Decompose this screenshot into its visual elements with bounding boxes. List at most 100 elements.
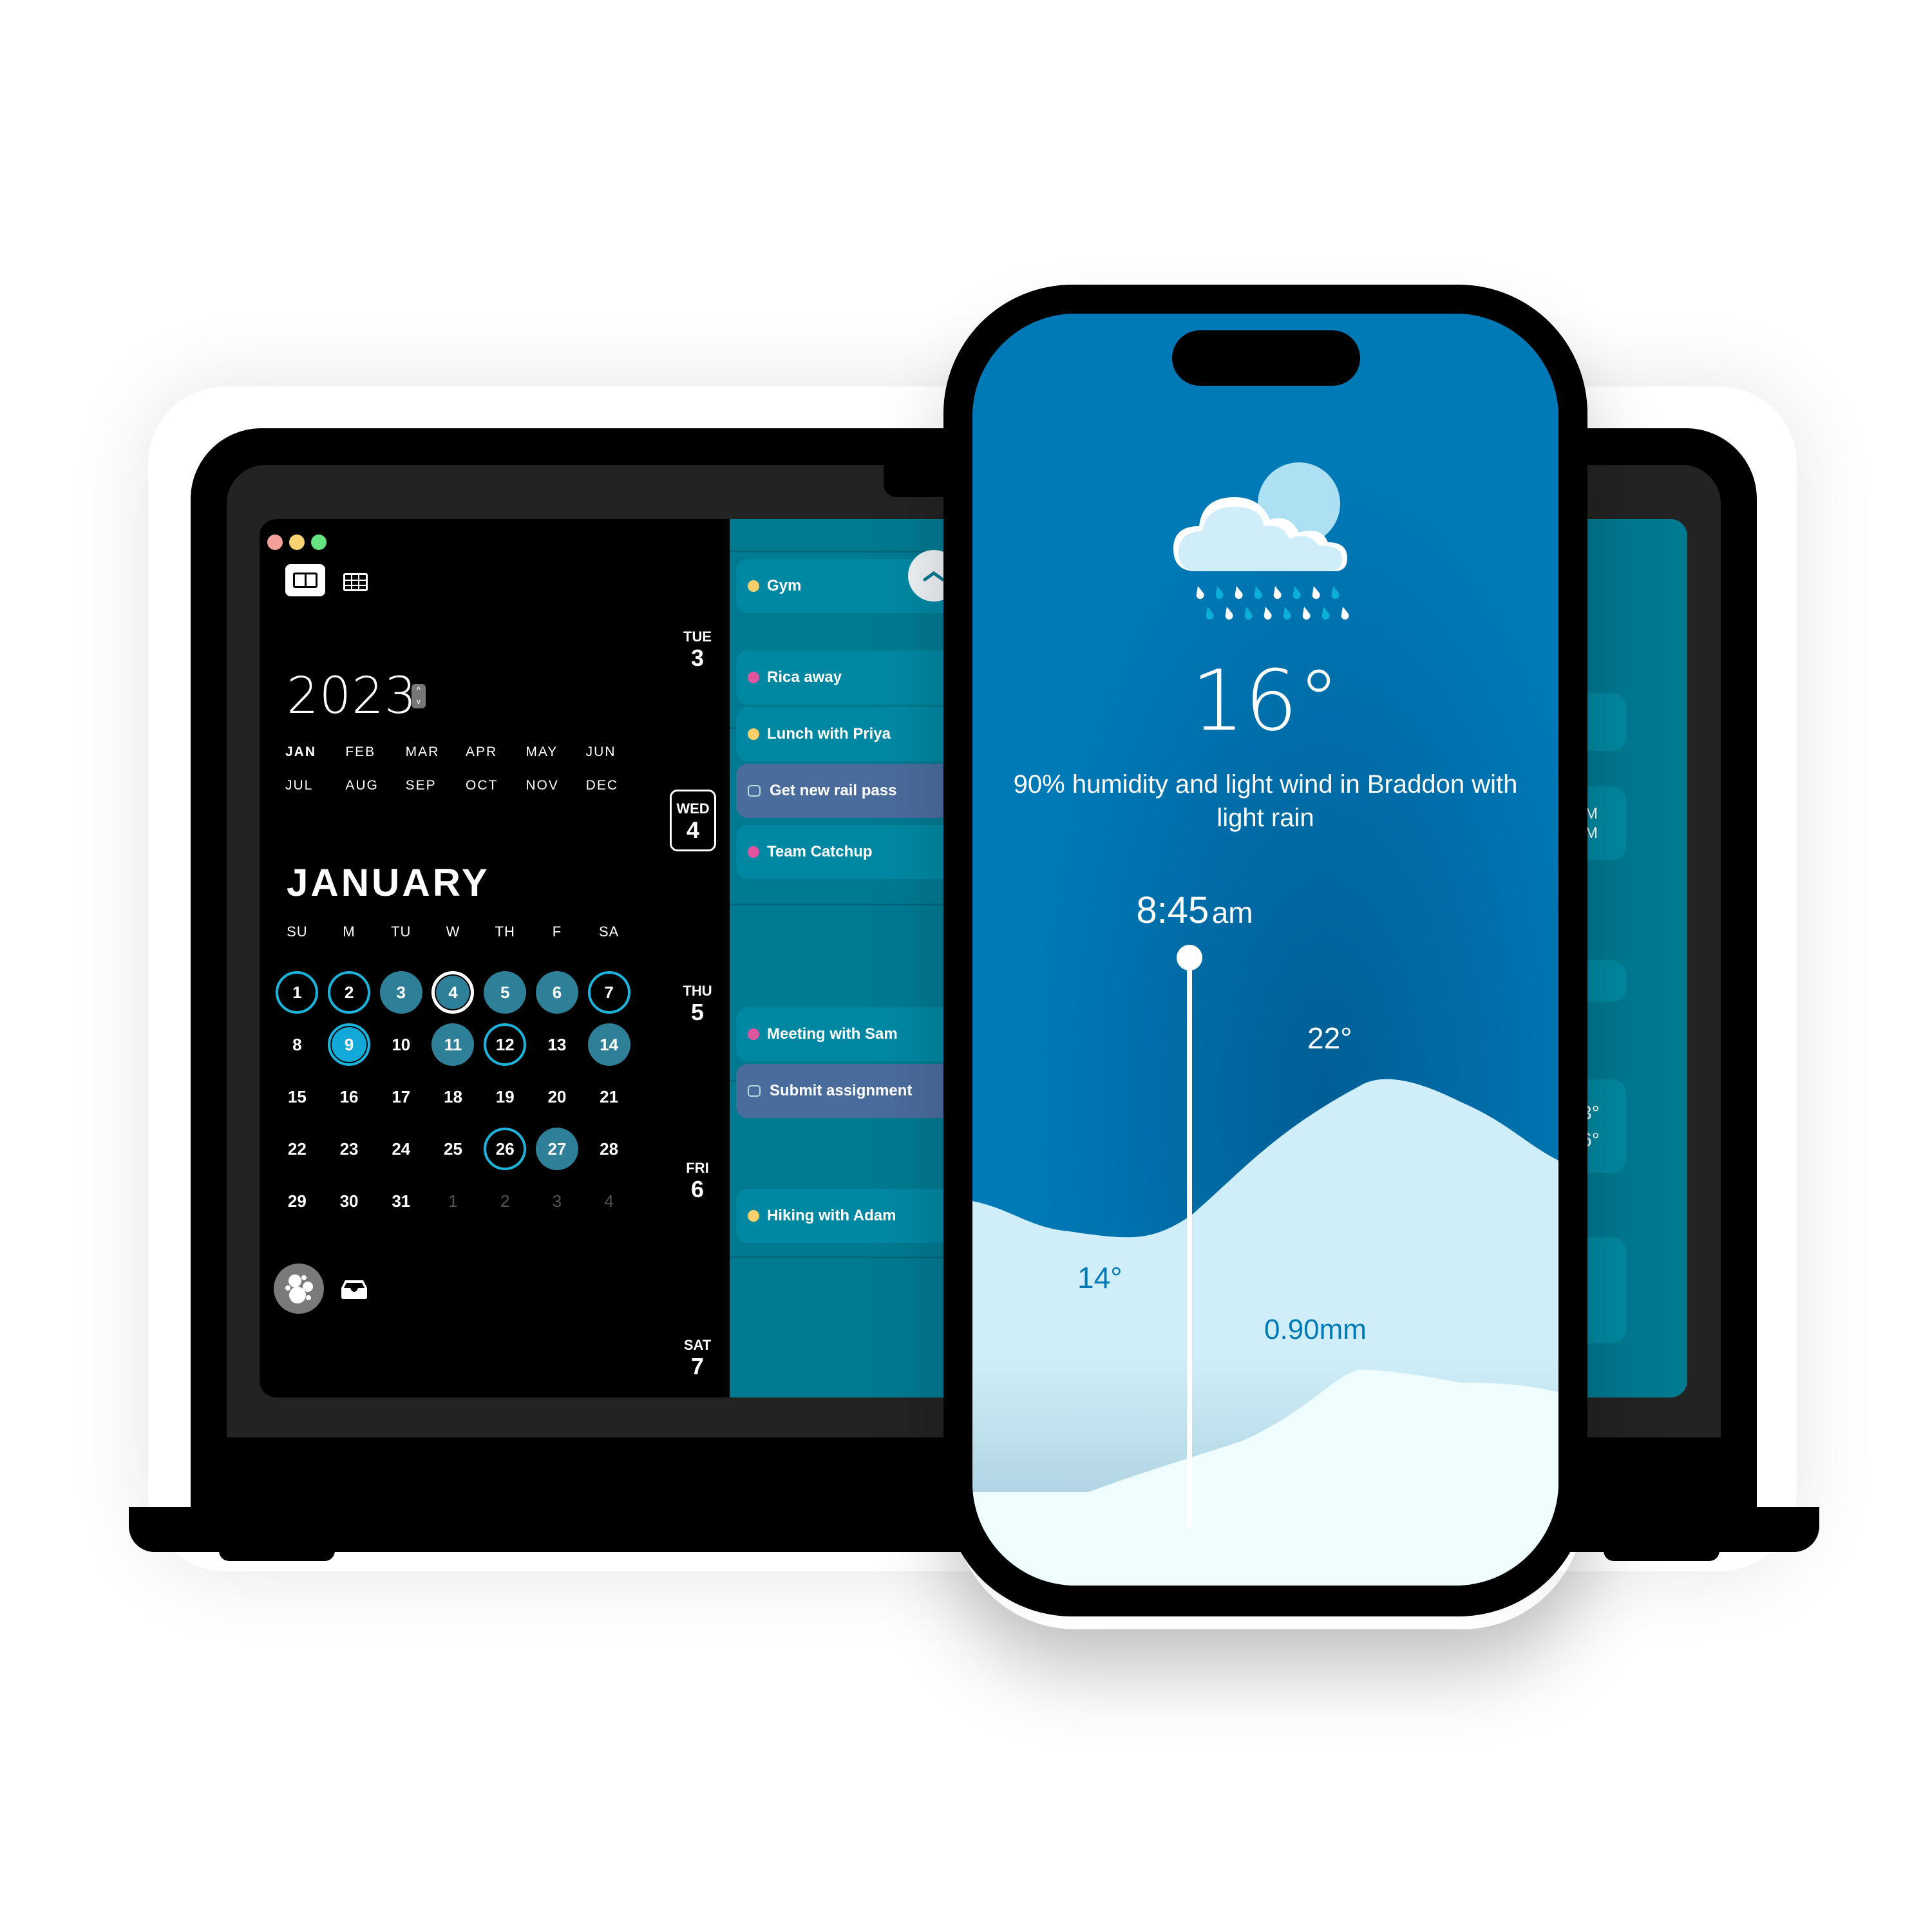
calendar-day[interactable]: 22 <box>271 1126 323 1171</box>
event-item[interactable]: Rica away <box>736 650 955 705</box>
weekday-label: SA <box>598 923 620 940</box>
agenda-day-fri[interactable]: FRI 6 <box>672 1160 723 1202</box>
laptop-foot <box>1604 1546 1719 1561</box>
weekday-label: F <box>552 923 562 940</box>
checkbox-icon[interactable] <box>748 1085 761 1097</box>
agenda-day-wed[interactable]: WED 4 <box>670 790 716 851</box>
calendar-day[interactable]: 3 <box>375 970 427 1015</box>
calendar-day[interactable]: 31 <box>375 1179 427 1224</box>
calendar-color-dot-icon <box>748 1028 759 1040</box>
calendar-day-number: 11 <box>431 1023 475 1066</box>
column-view-button[interactable] <box>285 564 325 596</box>
calendar-day[interactable]: 29 <box>271 1179 323 1224</box>
time-scrubber-track[interactable] <box>1187 958 1192 1528</box>
calendar-day[interactable]: 18 <box>427 1074 479 1119</box>
calendar-day[interactable]: 4 <box>583 1179 635 1224</box>
calendar-day[interactable]: 2 <box>479 1179 531 1224</box>
event-item[interactable]: Meeting with Sam <box>736 1007 955 1061</box>
month-apr[interactable]: APR <box>466 744 526 760</box>
agenda-day-thu[interactable]: THU 5 <box>672 983 723 1025</box>
calendar-day-number: 31 <box>392 1191 411 1211</box>
calendar-day[interactable]: 16 <box>323 1074 375 1119</box>
calendar-day[interactable]: 28 <box>583 1126 635 1171</box>
calendar-day[interactable]: 12 <box>479 1022 531 1067</box>
month-aug[interactable]: AUG <box>345 778 405 793</box>
calendar-day[interactable]: 27 <box>531 1126 583 1171</box>
chevron-down-icon[interactable]: v <box>412 696 426 707</box>
calendar-day[interactable]: 25 <box>427 1126 479 1171</box>
raindrop-icon <box>1225 607 1233 620</box>
month-jun[interactable]: JUN <box>586 744 646 760</box>
raindrop-icon <box>1283 607 1291 620</box>
calendar-day[interactable]: 1 <box>427 1179 479 1224</box>
calendar-day[interactable]: 13 <box>531 1022 583 1067</box>
calendar-day-number: 23 <box>339 1139 359 1159</box>
calendar-day[interactable]: 17 <box>375 1074 427 1119</box>
event-item[interactable]: Lunch with Priya <box>736 707 955 761</box>
close-window-button[interactable] <box>267 535 283 550</box>
zoom-window-button[interactable] <box>311 535 327 550</box>
raindrop-icon <box>1293 586 1301 600</box>
event-item[interactable]: Team Catchup <box>736 825 955 879</box>
task-item[interactable]: Submit assignment <box>736 1064 955 1118</box>
calendar-day-number: 25 <box>444 1139 462 1159</box>
checkbox-icon[interactable] <box>748 785 761 797</box>
bubbles-button[interactable] <box>274 1264 324 1314</box>
calendar-day[interactable]: 9 <box>323 1022 375 1067</box>
calendar-day[interactable]: 30 <box>323 1179 375 1224</box>
raindrop-icon <box>1321 607 1330 620</box>
calendar-day[interactable]: 26 <box>479 1126 531 1171</box>
calendar-day[interactable]: 4 <box>427 970 479 1015</box>
calendar-day[interactable]: 8 <box>271 1022 323 1067</box>
calendar-day[interactable]: 23 <box>323 1126 375 1171</box>
calendar-day[interactable]: 15 <box>271 1074 323 1119</box>
event-label: Hiking with Adam <box>767 1207 896 1224</box>
month-nov[interactable]: NOV <box>526 778 585 793</box>
calendar-day[interactable]: 2 <box>323 970 375 1015</box>
calendar-day-number: 12 <box>484 1023 527 1066</box>
calendar-color-dot-icon <box>748 728 759 740</box>
dynamic-island <box>1172 330 1360 386</box>
event-item[interactable]: Hiking with Adam <box>736 1189 955 1243</box>
task-item[interactable]: Get new rail pass <box>736 764 955 818</box>
calendar-day-number: 27 <box>535 1128 578 1170</box>
calendar-day[interactable]: 14 <box>583 1022 635 1067</box>
agenda-day-sat[interactable]: SAT 7 <box>672 1337 723 1379</box>
month-sep[interactable]: SEP <box>406 778 466 793</box>
calendar-day-number: 4 <box>604 1191 614 1211</box>
calendar-day[interactable]: 21 <box>583 1074 635 1119</box>
calendar-day[interactable]: 11 <box>427 1022 479 1067</box>
calendar-day[interactable]: 5 <box>479 970 531 1015</box>
minimize-window-button[interactable] <box>289 535 305 550</box>
bubbles-icon <box>285 1274 313 1303</box>
low-temp-label: 14° <box>1077 1261 1122 1294</box>
month-picker: JAN FEB MAR APR MAY JUN JUL AUG SEP OCT NOV DEC <box>285 744 646 793</box>
chevron-up-icon[interactable]: ^ <box>412 684 426 696</box>
calendar-day[interactable]: 10 <box>375 1022 427 1067</box>
inbox-icon[interactable] <box>340 1279 368 1300</box>
year-stepper[interactable]: ^ v <box>412 684 426 708</box>
calendar-day-number: 2 <box>328 971 371 1014</box>
grid-view-button[interactable] <box>343 573 368 591</box>
agenda-day-tue[interactable]: TUE 3 <box>672 629 723 671</box>
calendar-day[interactable]: 19 <box>479 1074 531 1119</box>
calendar-day[interactable]: 3 <box>531 1179 583 1224</box>
calendar-day[interactable]: 7 <box>583 970 635 1015</box>
calendar-day[interactable]: 24 <box>375 1126 427 1171</box>
raindrop-icon <box>1331 586 1340 600</box>
month-feb[interactable]: FEB <box>345 744 405 760</box>
calendar-day[interactable]: 20 <box>531 1074 583 1119</box>
month-jul[interactable]: JUL <box>285 778 345 793</box>
month-dec[interactable]: DEC <box>586 778 646 793</box>
raindrop-icon <box>1215 586 1224 600</box>
month-mar[interactable]: MAR <box>406 744 466 760</box>
time-scrubber-handle[interactable] <box>1177 945 1202 971</box>
raindrop-icon <box>1254 586 1262 600</box>
month-oct[interactable]: OCT <box>466 778 526 793</box>
calendar-day-number: 13 <box>547 1034 567 1054</box>
calendar-day[interactable]: 6 <box>531 970 583 1015</box>
month-may[interactable]: MAY <box>526 744 585 760</box>
event-label: Submit assignment <box>770 1082 913 1099</box>
calendar-day[interactable]: 1 <box>271 970 323 1015</box>
month-jan[interactable]: JAN <box>285 744 345 760</box>
